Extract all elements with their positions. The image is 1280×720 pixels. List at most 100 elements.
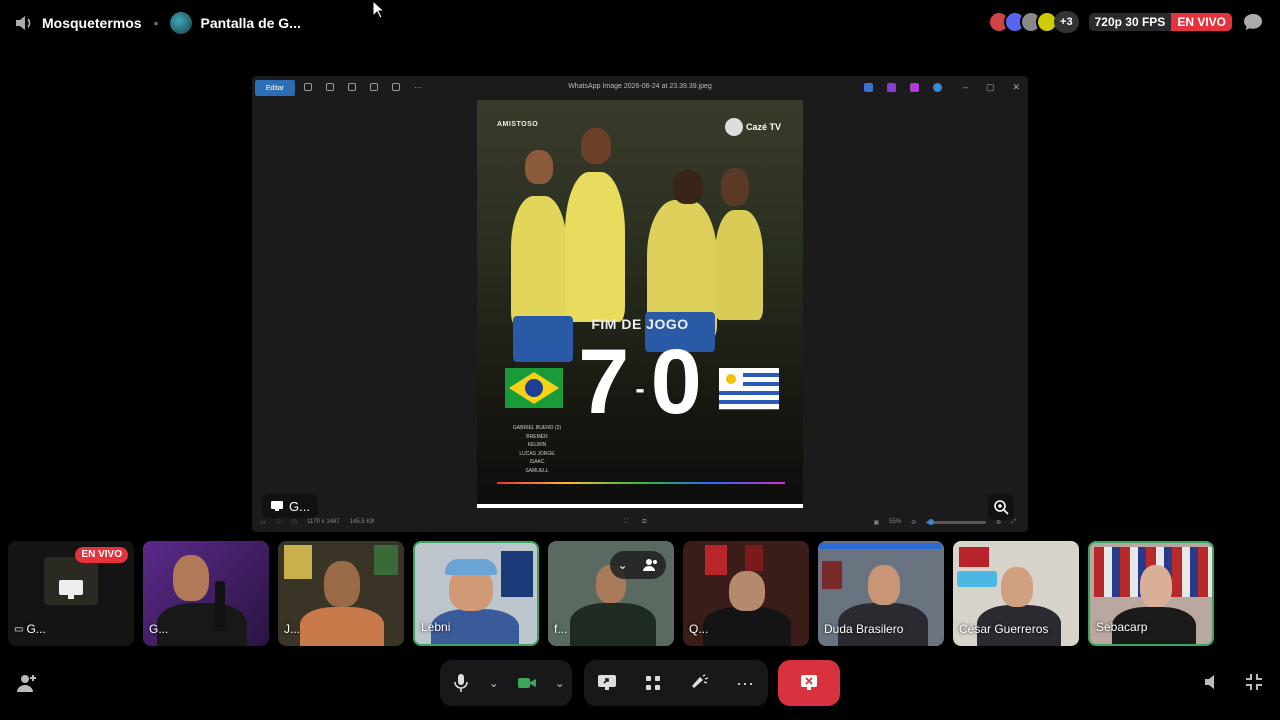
photo-viewer-titlebar: Editar … WhatsApp Image 2026-06-24 at 23… bbox=[252, 76, 1028, 98]
tile-controls[interactable]: ⌄ bbox=[610, 551, 666, 579]
participant-body bbox=[570, 603, 656, 646]
microphone-button[interactable] bbox=[440, 660, 481, 706]
participant-tile[interactable]: Lebni bbox=[413, 541, 539, 646]
participant-tile[interactable]: Q... bbox=[683, 541, 809, 646]
away-score: 0 bbox=[650, 331, 702, 433]
app-icon[interactable] bbox=[864, 83, 873, 92]
participant-tile[interactable]: Duda Brasilero bbox=[818, 541, 944, 646]
maximize-icon[interactable]: ▢ bbox=[986, 82, 995, 93]
share-screen-button[interactable] bbox=[584, 660, 630, 706]
chevron-down-icon[interactable]: ⌄ bbox=[617, 558, 627, 572]
participant-tile[interactable]: G... bbox=[143, 541, 269, 646]
fullscreen-icon[interactable]: ⤢ bbox=[1011, 519, 1016, 526]
favorite-icon[interactable]: ♡ bbox=[276, 519, 281, 526]
filmstrip-icon[interactable]: ▭ bbox=[260, 519, 266, 526]
home-score: 7 bbox=[578, 331, 630, 433]
participant-name: J... bbox=[284, 622, 301, 636]
compare-icon[interactable]: ⧉ bbox=[642, 519, 646, 526]
server-name[interactable]: Mosquetermos bbox=[42, 15, 142, 31]
add-user-icon[interactable] bbox=[16, 672, 38, 694]
stream-avatar-icon bbox=[170, 12, 193, 34]
zoom-stream-button[interactable] bbox=[988, 494, 1014, 520]
scorer: KELWIN bbox=[527, 442, 547, 448]
photo-viewer-statusbar: ▭ ♡ ⓘ 1170 x 1467 145,5 KB ⛶ ⧉ ▣ 55% ⊖ ⊕… bbox=[252, 514, 1028, 530]
separator: • bbox=[153, 15, 159, 31]
player-head bbox=[721, 168, 749, 206]
more-options-button[interactable]: ··· bbox=[722, 660, 768, 706]
app-icon[interactable] bbox=[933, 83, 942, 92]
participant-head bbox=[729, 571, 765, 611]
microphone-icon bbox=[453, 674, 468, 692]
app-icon[interactable] bbox=[910, 83, 919, 92]
uruguay-flag-icon bbox=[719, 368, 779, 410]
quality-label: 720p 30 FPS bbox=[1094, 15, 1166, 29]
scorer: ISAAC bbox=[529, 459, 545, 465]
scorer: GABRIEL BUENO (2) bbox=[512, 425, 562, 431]
participant-name: Sebacarp bbox=[1096, 620, 1148, 634]
participant-name: César Guerreros bbox=[959, 622, 1049, 636]
stream-owner-label: G... bbox=[262, 494, 318, 518]
image-bottom-edge bbox=[477, 504, 803, 508]
channel-header: Mosquetermos • Pantalla de G... bbox=[14, 12, 301, 34]
people-icon[interactable] bbox=[642, 558, 659, 572]
player-head bbox=[581, 128, 611, 164]
participant-name: Duda Brasilero bbox=[824, 622, 904, 636]
info-icon[interactable]: ⓘ bbox=[291, 518, 297, 527]
participant-tile[interactable]: EN VIVO ▭ G... bbox=[8, 541, 134, 646]
fit-window-icon[interactable]: ▣ bbox=[873, 519, 879, 526]
soundboard-icon bbox=[692, 674, 709, 688]
activities-icon bbox=[646, 676, 660, 690]
soundboard-button[interactable] bbox=[676, 660, 722, 706]
magnify-icon bbox=[994, 500, 1009, 515]
screen-share-icon bbox=[598, 675, 616, 690]
participant-head bbox=[1140, 565, 1172, 607]
fit-icon[interactable]: ⛶ bbox=[624, 519, 628, 526]
camera-button[interactable] bbox=[506, 660, 547, 706]
participant-body bbox=[300, 607, 384, 646]
minimize-icon[interactable]: – bbox=[963, 82, 968, 93]
stream-label[interactable]: Pantalla de G... bbox=[200, 15, 300, 31]
microphone-options-button[interactable]: ⌄ bbox=[481, 660, 506, 706]
zoom-level[interactable]: 55% bbox=[889, 519, 901, 525]
image-dimensions: 1170 x 1467 bbox=[307, 519, 340, 525]
player-figure bbox=[715, 210, 763, 320]
participant-tile[interactable]: ⌄ f... bbox=[548, 541, 674, 646]
player-figure bbox=[511, 196, 567, 326]
participant-head bbox=[324, 561, 360, 607]
end-stream-icon bbox=[801, 675, 817, 690]
camera-icon bbox=[517, 678, 536, 688]
app-icon[interactable] bbox=[887, 83, 896, 92]
av-controls: ⌄ ⌄ bbox=[440, 660, 572, 706]
microphone-arm bbox=[215, 581, 225, 631]
top-bar: Mosquetermos • Pantalla de G... +3 720p … bbox=[0, 0, 1280, 46]
voice-channel-icon bbox=[16, 16, 31, 30]
call-controls: ⌄ ⌄ ··· bbox=[0, 656, 1280, 720]
zoom-out-icon[interactable]: ⊖ bbox=[911, 519, 916, 526]
more-icon: ··· bbox=[736, 672, 754, 693]
scorer: BREMER bbox=[526, 433, 548, 440]
chevron-down-icon: ⌄ bbox=[554, 676, 565, 690]
exit-fullscreen-icon[interactable] bbox=[1244, 672, 1264, 692]
shared-screen[interactable]: Editar … WhatsApp Image 2026-06-24 at 23… bbox=[252, 76, 1028, 532]
mouse-cursor-icon bbox=[372, 0, 386, 19]
volume-icon[interactable] bbox=[1202, 672, 1222, 692]
score-dash: - bbox=[635, 372, 645, 404]
participant-tile[interactable]: Sebacarp bbox=[1088, 541, 1214, 646]
participant-tile[interactable]: César Guerreros bbox=[953, 541, 1079, 646]
viewer-count: +3 bbox=[1054, 11, 1079, 33]
participant-name: f... bbox=[554, 622, 568, 636]
brand-name: Cazé TV bbox=[745, 122, 781, 132]
zoom-slider[interactable] bbox=[926, 518, 987, 525]
live-badge: EN VIVO bbox=[75, 547, 128, 563]
camera-options-button[interactable]: ⌄ bbox=[547, 660, 572, 706]
participant-tiles: EN VIVO ▭ G... G... J... Lebni ⌄ f... Q.… bbox=[8, 541, 1274, 646]
participant-tile[interactable]: J... bbox=[278, 541, 404, 646]
close-icon[interactable]: ✕ bbox=[1012, 82, 1020, 93]
screen-icon: ▭ bbox=[14, 623, 24, 635]
activities-button[interactable] bbox=[630, 660, 676, 706]
chat-icon[interactable] bbox=[1242, 12, 1264, 32]
disconnect-button[interactable] bbox=[778, 660, 840, 706]
stream-owner-name: G... bbox=[289, 498, 310, 514]
viewer-avatars[interactable]: +3 bbox=[988, 11, 1079, 33]
player-head bbox=[673, 170, 703, 204]
